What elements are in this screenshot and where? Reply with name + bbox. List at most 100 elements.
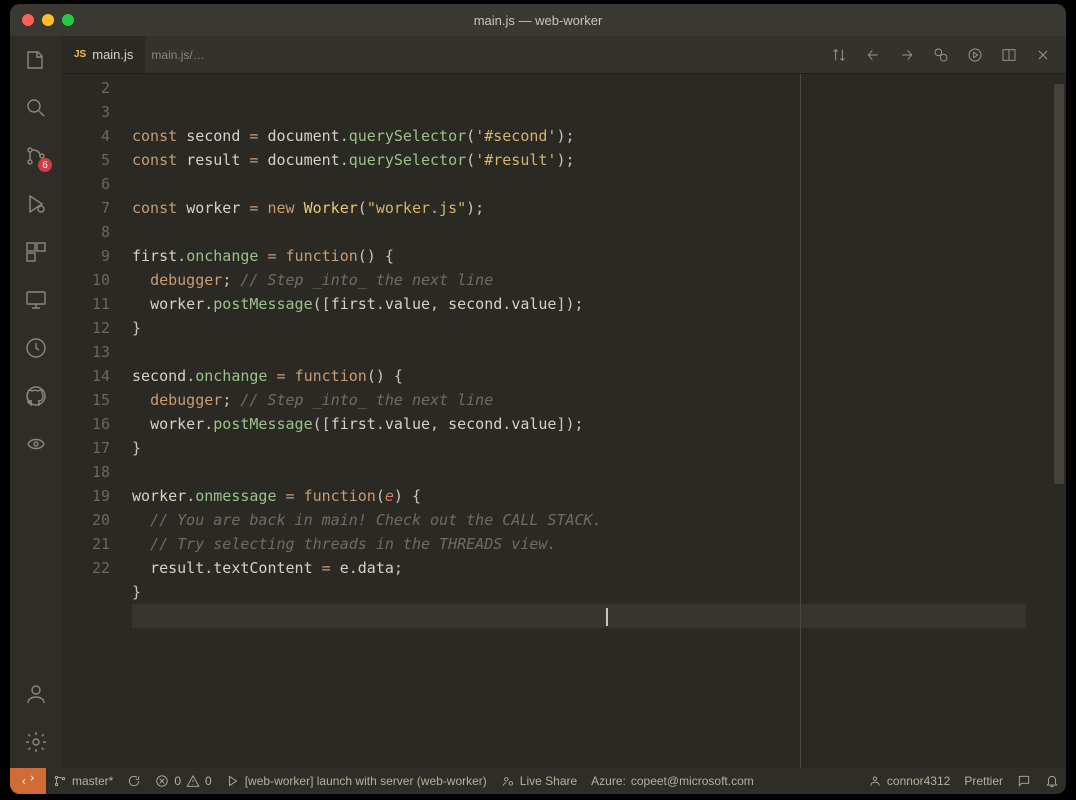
azure-email: copeet@microsoft.com [631, 774, 754, 788]
extensions-icon[interactable] [22, 238, 50, 266]
split-editor-icon[interactable] [1000, 46, 1018, 64]
github-icon[interactable] [22, 382, 50, 410]
line-number: 21 [62, 532, 110, 556]
maximize-window-button[interactable] [62, 14, 74, 26]
tab-filename: main.js [92, 47, 133, 62]
line-number: 17 [62, 436, 110, 460]
line-number: 5 [62, 148, 110, 172]
tab-bar: JS main.js main.js/… [62, 36, 1066, 74]
line-number: 13 [62, 340, 110, 364]
branch-indicator[interactable]: master* [46, 768, 120, 794]
line-number: 4 [62, 124, 110, 148]
sync-button[interactable] [120, 768, 148, 794]
error-count: 0 [174, 774, 181, 788]
line-number: 16 [62, 412, 110, 436]
source-control-icon[interactable]: 6 [22, 142, 50, 170]
liveshare-status[interactable]: Live Share [494, 768, 584, 794]
launch-config-name: [web-worker] launch with server (web-wor… [245, 774, 487, 788]
diff-icon[interactable] [932, 46, 950, 64]
line-number: 12 [62, 316, 110, 340]
editor[interactable]: 2345678910111213141516171819202122 const… [62, 74, 1066, 768]
code-line[interactable]: worker.onmessage = function(e) { [132, 484, 1026, 508]
line-number: 15 [62, 388, 110, 412]
formatter-name: Prettier [964, 774, 1003, 788]
branch-name: master* [72, 774, 113, 788]
minimize-window-button[interactable] [42, 14, 54, 26]
text-cursor [606, 608, 608, 626]
code-area[interactable]: const second = document.querySelector('#… [132, 74, 1026, 768]
code-line[interactable]: const worker = new Worker("worker.js"); [132, 196, 1026, 220]
code-line[interactable]: // Try selecting threads in the THREADS … [132, 532, 1026, 556]
code-line[interactable]: first.onchange = function() { [132, 244, 1026, 268]
problems-indicator[interactable]: 0 0 [148, 768, 218, 794]
code-line[interactable]: const second = document.querySelector('#… [132, 124, 1026, 148]
remote-indicator[interactable] [10, 768, 46, 794]
editor-group: JS main.js main.js/… 2345678910111213141… [62, 36, 1066, 768]
code-line[interactable]: worker.postMessage([first.value, second.… [132, 292, 1026, 316]
tab-main-js[interactable]: JS main.js [62, 36, 145, 73]
line-number: 20 [62, 508, 110, 532]
user-name: connor4312 [887, 774, 950, 788]
minimap-thumb[interactable] [1054, 84, 1064, 484]
notifications-icon[interactable] [1038, 768, 1066, 794]
file-type-icon: JS [74, 49, 86, 60]
status-bar: master* 0 0 [web-worker] launch with ser… [10, 768, 1066, 794]
liveshare-label: Live Share [520, 774, 577, 788]
run-debug-icon[interactable] [22, 190, 50, 218]
liveshare-icon[interactable] [22, 430, 50, 458]
traffic-lights [22, 14, 74, 26]
warning-count: 0 [205, 774, 212, 788]
settings-gear-icon[interactable] [22, 728, 50, 756]
go-forward-icon[interactable] [898, 46, 916, 64]
code-line[interactable] [132, 172, 1026, 196]
editor-actions [830, 46, 1066, 64]
code-line[interactable]: } [132, 580, 1026, 604]
line-number: 11 [62, 292, 110, 316]
code-line[interactable]: debugger; // Step _into_ the next line [132, 388, 1026, 412]
azure-account[interactable]: Azure: copeet@microsoft.com [584, 768, 761, 794]
scm-badge: 6 [38, 158, 52, 172]
code-line[interactable] [132, 340, 1026, 364]
user-account[interactable]: connor4312 [861, 768, 957, 794]
feedback-icon[interactable] [1010, 768, 1038, 794]
line-number: 7 [62, 196, 110, 220]
line-number: 14 [62, 364, 110, 388]
compare-changes-icon[interactable] [830, 46, 848, 64]
line-number: 18 [62, 460, 110, 484]
explorer-icon[interactable] [22, 46, 50, 74]
formatter-indicator[interactable]: Prettier [957, 768, 1010, 794]
go-back-icon[interactable] [864, 46, 882, 64]
code-line[interactable]: // You are back in main! Check out the C… [132, 508, 1026, 532]
accounts-icon[interactable] [22, 680, 50, 708]
code-line[interactable]: } [132, 436, 1026, 460]
close-window-button[interactable] [22, 14, 34, 26]
code-line[interactable] [132, 220, 1026, 244]
line-number: 8 [62, 220, 110, 244]
line-number: 6 [62, 172, 110, 196]
code-line[interactable] [132, 604, 1026, 628]
code-line[interactable]: worker.postMessage([first.value, second.… [132, 412, 1026, 436]
line-number-gutter: 2345678910111213141516171819202122 [62, 74, 132, 768]
code-line[interactable]: second.onchange = function() { [132, 364, 1026, 388]
window-title: main.js — web-worker [474, 13, 603, 28]
code-line[interactable]: debugger; // Step _into_ the next line [132, 268, 1026, 292]
breadcrumb[interactable]: main.js/… [151, 48, 204, 62]
run-icon[interactable] [966, 46, 984, 64]
remote-explorer-icon[interactable] [22, 286, 50, 314]
azure-label: Azure: [591, 774, 626, 788]
close-editor-icon[interactable] [1034, 46, 1052, 64]
timeline-icon[interactable] [22, 334, 50, 362]
debug-launch-indicator[interactable]: [web-worker] launch with server (web-wor… [219, 768, 494, 794]
vscode-window: main.js — web-worker 6 [10, 4, 1066, 794]
code-line[interactable]: const result = document.querySelector('#… [132, 148, 1026, 172]
line-number: 2 [62, 76, 110, 100]
code-line[interactable]: } [132, 316, 1026, 340]
line-number: 3 [62, 100, 110, 124]
titlebar: main.js — web-worker [10, 4, 1066, 36]
line-number: 10 [62, 268, 110, 292]
activity-bar: 6 [10, 36, 62, 768]
code-line[interactable]: result.textContent = e.data; [132, 556, 1026, 580]
code-line[interactable] [132, 460, 1026, 484]
minimap[interactable] [1026, 74, 1066, 768]
search-icon[interactable] [22, 94, 50, 122]
